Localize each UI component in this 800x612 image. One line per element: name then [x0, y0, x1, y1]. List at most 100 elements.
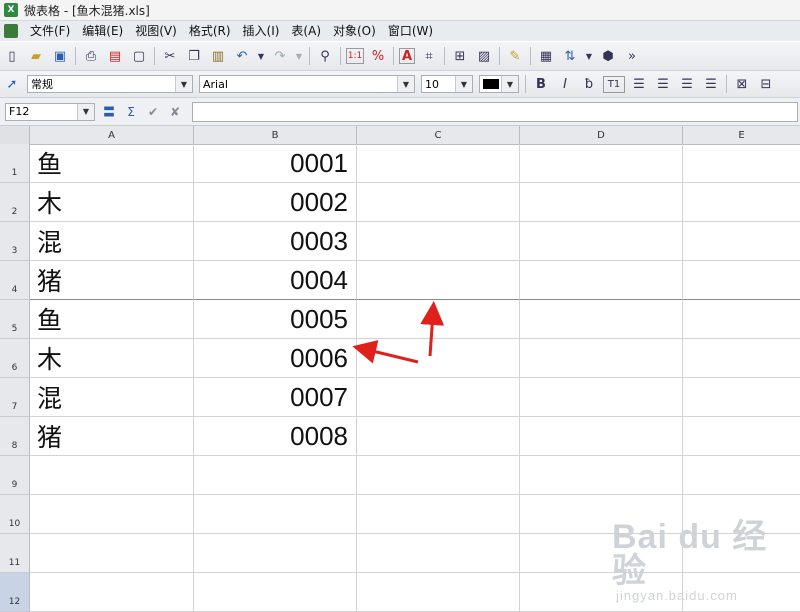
column-header-e[interactable]: E [683, 126, 800, 144]
cell-c[interactable] [357, 339, 520, 378]
save-icon[interactable]: ▣ [50, 46, 70, 66]
redo-dropdown-icon[interactable]: ▼ [294, 46, 304, 66]
cell-b[interactable]: 0004 [194, 261, 357, 300]
cell-a[interactable] [30, 573, 194, 612]
cell-b[interactable]: 0003 [194, 222, 357, 261]
cell-b[interactable]: 0001 [194, 144, 357, 183]
align-center-icon[interactable]: ☰ [653, 74, 673, 94]
cell-d[interactable] [520, 222, 683, 261]
menu-file[interactable]: 文件(F) [24, 21, 76, 41]
cell-d[interactable] [520, 417, 683, 456]
cell-b[interactable]: 0007 [194, 378, 357, 417]
cell-reference-box[interactable]: F12 ▼ [5, 102, 95, 121]
merge-cells-icon[interactable]: ⊠ [732, 74, 752, 94]
row-header[interactable]: 5 [0, 300, 30, 339]
find-icon[interactable]: ⚲ [315, 46, 335, 66]
cell-a[interactable]: 木 [30, 183, 194, 222]
percent-icon[interactable]: % [368, 46, 388, 66]
cell-c[interactable] [357, 144, 520, 183]
font-select[interactable]: Arial ▼ [199, 75, 415, 93]
cell-d[interactable] [520, 300, 683, 339]
text-style-button[interactable]: T1 [603, 75, 625, 93]
style-select[interactable]: 常规 ▼ [27, 75, 193, 93]
row-header[interactable]: 10 [0, 495, 30, 534]
column-header-d[interactable]: D [520, 126, 683, 144]
row-header[interactable]: 4 [0, 261, 30, 300]
row-header[interactable]: 2 [0, 183, 30, 222]
menu-object[interactable]: 对象(O) [327, 21, 382, 41]
cell-e[interactable] [683, 183, 800, 222]
cell-d[interactable] [520, 339, 683, 378]
row-header[interactable]: 7 [0, 378, 30, 417]
cell-d[interactable] [520, 261, 683, 300]
pattern-icon[interactable]: ▨ [474, 46, 494, 66]
chevron-down-icon[interactable]: ▼ [77, 103, 94, 120]
export-pdf-icon[interactable]: ▤ [105, 46, 125, 66]
column-header-b[interactable]: B [194, 126, 357, 144]
document-icon[interactable] [4, 24, 18, 38]
cell-c[interactable] [357, 222, 520, 261]
cell-c[interactable] [357, 183, 520, 222]
align-left-icon[interactable]: ☰ [629, 74, 649, 94]
cell-a[interactable] [30, 495, 194, 534]
menu-format[interactable]: 格式(R) [183, 21, 237, 41]
cell-e[interactable] [683, 417, 800, 456]
cell-a[interactable]: 鱼 [30, 300, 194, 339]
grid-icon[interactable]: ⊞ [450, 46, 470, 66]
cell-a[interactable]: 猪 [30, 261, 194, 300]
cell-e[interactable] [683, 456, 800, 495]
column-header-c[interactable]: C [357, 126, 520, 144]
chevron-down-icon[interactable]: ▼ [501, 76, 518, 92]
text-frame-icon[interactable]: A [399, 48, 415, 64]
cell-c[interactable] [357, 417, 520, 456]
cell-d[interactable] [520, 573, 683, 612]
cell-a[interactable]: 鱼 [30, 144, 194, 183]
menu-window[interactable]: 窗口(W) [382, 21, 439, 41]
number-format-icon[interactable]: 1:1 [346, 48, 364, 64]
gear-icon[interactable]: ⬢ [598, 46, 618, 66]
menu-insert[interactable]: 插入(I) [237, 21, 286, 41]
select-all-corner[interactable] [0, 126, 30, 144]
cell-d[interactable] [520, 456, 683, 495]
cut-icon[interactable]: ✂ [160, 46, 180, 66]
cell-e[interactable] [683, 300, 800, 339]
cell-d[interactable] [520, 144, 683, 183]
undo-icon[interactable]: ↶ [232, 46, 252, 66]
bold-button[interactable]: B [531, 74, 551, 94]
format-painter-icon[interactable]: ✎ [505, 46, 525, 66]
row-header[interactable]: 9 [0, 456, 30, 495]
cell-c[interactable] [357, 378, 520, 417]
cell-b[interactable]: 0002 [194, 183, 357, 222]
cell-e[interactable] [683, 573, 800, 612]
menu-table[interactable]: 表(A) [285, 21, 327, 41]
column-header-a[interactable]: A [30, 126, 194, 144]
cell-d[interactable] [520, 378, 683, 417]
undo-dropdown-icon[interactable]: ▼ [256, 46, 266, 66]
chevron-down-icon[interactable]: ▼ [175, 76, 192, 92]
formula-input[interactable] [192, 101, 798, 122]
row-header[interactable]: 6 [0, 339, 30, 378]
cell-a[interactable]: 猪 [30, 417, 194, 456]
crop-icon[interactable]: ⌗ [419, 46, 439, 66]
accept-icon[interactable]: ✔ [144, 103, 162, 121]
chevron-down-icon[interactable]: ▼ [397, 76, 414, 92]
row-header[interactable]: 12 [0, 573, 30, 612]
cell-c[interactable] [357, 261, 520, 300]
cell-a[interactable] [30, 534, 194, 573]
cell-c[interactable] [357, 456, 520, 495]
more-icon[interactable]: » [622, 46, 642, 66]
select-arrow-icon[interactable]: ➚ [2, 74, 22, 94]
cell-c[interactable] [357, 573, 520, 612]
cell-a[interactable]: 木 [30, 339, 194, 378]
cell-b[interactable]: 0006 [194, 339, 357, 378]
cell-c[interactable] [357, 495, 520, 534]
equals-icon[interactable]: 〓 [100, 103, 118, 121]
wrap-icon[interactable]: ⊟ [756, 74, 776, 94]
print-icon[interactable]: ⎙ [81, 46, 101, 66]
cell-e[interactable] [683, 534, 800, 573]
sort-icon[interactable]: ⇅ [560, 46, 580, 66]
cell-c[interactable] [357, 534, 520, 573]
cell-d[interactable] [520, 183, 683, 222]
row-header[interactable]: 11 [0, 534, 30, 573]
cell-b[interactable] [194, 495, 357, 534]
